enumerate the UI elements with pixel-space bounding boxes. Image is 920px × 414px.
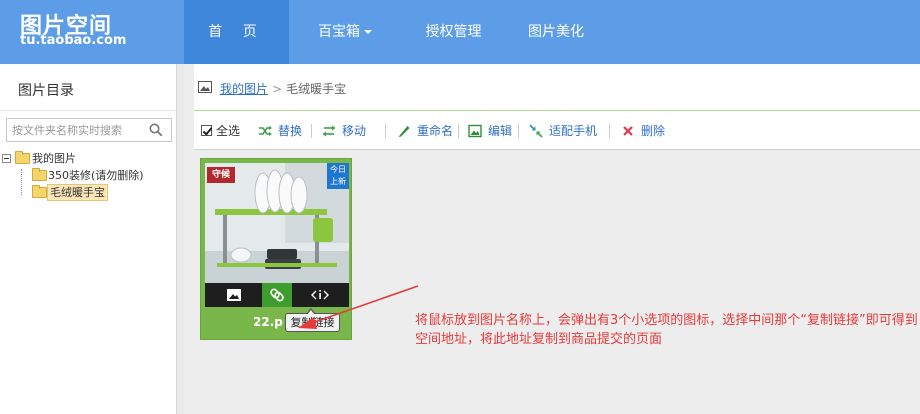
divider	[385, 124, 386, 138]
shuffle-icon	[259, 126, 272, 136]
brand-tag: 守候	[207, 167, 235, 183]
collapse-icon[interactable]	[2, 154, 11, 163]
main-nav: 首 页 百宝箱 授权管理 图片美化	[184, 0, 606, 64]
rename-label: 重命名	[417, 124, 454, 138]
annotation-text: 将鼠标放到图片名称上，会弹出有3个小选项的图标，选择中间那个“复制链接”即可得到…	[415, 313, 918, 347]
rename-button[interactable]: 重命名	[397, 123, 453, 139]
select-all[interactable]: 全选	[201, 123, 240, 139]
tree-root[interactable]: 我的图片	[2, 150, 172, 167]
move-arrows-icon	[322, 125, 336, 137]
tree-root-label: 我的图片	[32, 152, 76, 165]
folder-icon	[15, 151, 30, 164]
nav-home[interactable]: 首 页	[184, 0, 289, 64]
tree-item-label: 毛绒暖手宝	[47, 184, 108, 201]
logo[interactable]: 图片空间 tu.taobao.com	[0, 0, 184, 64]
shrink-arrows-icon	[529, 124, 543, 138]
tree-item[interactable]: 350装修(请勿删除)	[2, 167, 172, 184]
breadcrumb-bar: 我的图片 > 毛绒暖手宝	[194, 64, 920, 110]
tree-item-label: 350装修(请勿删除)	[48, 169, 144, 182]
divider	[311, 124, 312, 138]
main-content: 我的图片 > 毛绒暖手宝 全选 替换 移动 重命名 编辑 适配手机 删除 守候 …	[184, 64, 920, 414]
delete-label: 删除	[641, 124, 666, 138]
close-icon	[623, 126, 633, 136]
replace-label: 替换	[278, 124, 303, 138]
mobile-adapt-button[interactable]: 适配手机	[529, 123, 597, 139]
sidebar-scrollbar[interactable]	[176, 64, 184, 414]
breadcrumb-separator: >	[272, 82, 283, 96]
divider	[0, 110, 184, 111]
folder-icon	[32, 168, 47, 181]
pencil-icon	[398, 126, 410, 137]
delete-button[interactable]: 删除	[621, 123, 665, 139]
breadcrumb-root-link[interactable]: 我的图片	[220, 82, 268, 96]
move-button[interactable]: 移动	[322, 123, 366, 139]
sidebar: 图片目录 我的图片 350装修(请勿删除) 毛绒暖手宝	[0, 64, 184, 414]
view-image-button[interactable]	[219, 283, 249, 307]
caret-down-icon	[364, 30, 372, 34]
replace-button[interactable]: 替换	[258, 123, 302, 139]
breadcrumb-current: 毛绒暖手宝	[286, 82, 347, 96]
edit-label: 编辑	[488, 124, 513, 138]
nav-toolbox[interactable]: 百宝箱	[289, 0, 401, 64]
new-today-badge: 今日上新	[327, 163, 349, 189]
nav-image-beautify[interactable]: 图片美化	[506, 0, 606, 64]
logo-subtitle: tu.taobao.com	[20, 33, 127, 48]
select-all-label: 全选	[216, 124, 241, 138]
search-icon[interactable]	[149, 123, 163, 137]
sidebar-title: 图片目录	[18, 83, 74, 99]
move-label: 移动	[342, 124, 367, 138]
image-icon	[227, 289, 241, 301]
tree-item-selected[interactable]: 毛绒暖手宝	[2, 184, 172, 201]
folder-icon	[32, 185, 47, 198]
divider	[518, 124, 519, 138]
image-icon	[198, 81, 212, 93]
breadcrumb: 我的图片 > 毛绒暖手宝	[220, 80, 346, 97]
edit-button[interactable]: 编辑	[468, 123, 512, 139]
mobile-adapt-label: 适配手机	[549, 124, 598, 138]
nav-authorization[interactable]: 授权管理	[401, 0, 506, 64]
select-all-checkbox[interactable]	[201, 125, 212, 136]
divider	[609, 124, 610, 138]
image-name[interactable]: 22.p	[253, 315, 283, 329]
picture-icon	[468, 124, 482, 138]
top-header: 图片空间 tu.taobao.com 首 页 百宝箱 授权管理 图片美化	[0, 0, 920, 64]
divider	[458, 124, 459, 138]
image-thumbnail[interactable]: 守候 今日上新	[205, 163, 349, 283]
folder-search-input[interactable]	[7, 119, 147, 141]
folder-tree: 我的图片 350装修(请勿删除) 毛绒暖手宝	[2, 150, 172, 201]
toolbar: 全选 替换 移动 重命名 编辑 适配手机 删除	[194, 110, 920, 150]
folder-search	[6, 118, 172, 142]
annotation-arrow	[298, 285, 419, 329]
nav-toolbox-label: 百宝箱	[318, 24, 360, 40]
